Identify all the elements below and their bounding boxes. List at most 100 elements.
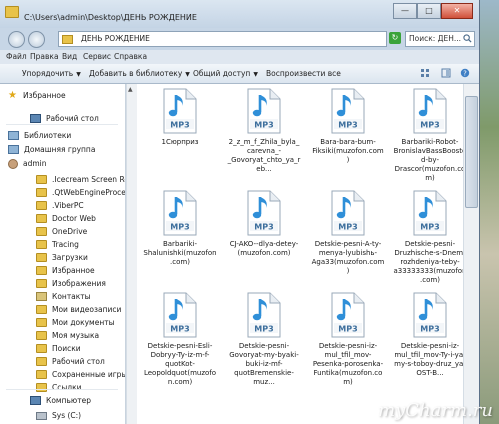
file-name: Detskie-pesni-Esli-Dobryy-Ty-iz-m-f-quot… bbox=[143, 342, 217, 386]
file-item[interactable]: MP3 2_z_m_f_Zhila_byla_carevna_-_Govoryat… bbox=[227, 88, 301, 188]
title-bar[interactable]: C:\Users\admin\Desktop\ДЕНЬ РОЖДЕНИЕ — □… bbox=[0, 0, 479, 28]
nav-item[interactable]: Изображения bbox=[36, 277, 106, 290]
file-item[interactable]: MP3 Detskie-pesni-A-ty-menya-lyubishь-Aga… bbox=[311, 190, 385, 290]
menu-help[interactable]: Справка bbox=[114, 52, 147, 61]
file-item[interactable]: MP3 Bara-bara-bum-Fiksiki(muzofon.com) bbox=[311, 88, 385, 188]
nav-item[interactable]: admin bbox=[8, 157, 47, 170]
minimize-button[interactable]: — bbox=[393, 3, 417, 19]
menu-tools[interactable]: Сервис bbox=[83, 52, 111, 61]
file-item[interactable]: MP3 1Сюрприз bbox=[143, 88, 217, 188]
nav-item[interactable]: OneDrive bbox=[36, 225, 87, 238]
nav-item[interactable]: Мои документы bbox=[36, 316, 115, 329]
nav-item[interactable]: Рабочий стол bbox=[36, 355, 105, 368]
folder-icon bbox=[36, 188, 47, 197]
nav-item[interactable]: Избранное bbox=[36, 264, 95, 277]
file-name: Detskie-pesni-A-ty-menya-lyubishь-Aga33(… bbox=[311, 240, 385, 275]
folder-icon bbox=[36, 331, 47, 340]
nav-item-label: Избранное bbox=[23, 91, 66, 100]
nav-item[interactable]: Моя музыка bbox=[36, 329, 99, 342]
nav-item[interactable]: Загрузки bbox=[36, 251, 88, 264]
nav-item[interactable]: Sys (C:) bbox=[36, 409, 81, 422]
nav-item[interactable]: Мои видеозаписи bbox=[36, 303, 121, 316]
share-button[interactable]: Общий доступ ▼ bbox=[193, 69, 258, 78]
search-input[interactable]: Поиск: ДЕН... bbox=[405, 31, 475, 47]
mp3-file-icon: MP3 bbox=[331, 190, 365, 236]
mp3-file-icon: MP3 bbox=[163, 190, 197, 236]
nav-item-label: Ссылки bbox=[52, 383, 82, 392]
nav-item-label: Библиотеки bbox=[24, 131, 72, 140]
desktop-icon bbox=[30, 114, 41, 123]
nav-scrollbar[interactable] bbox=[126, 84, 137, 424]
file-item[interactable]: MP3 Detskie-pesni-Druzhische-s-Dnem-rozhd… bbox=[393, 190, 463, 290]
help-icon[interactable]: ? bbox=[460, 68, 470, 78]
refresh-button[interactable]: ↻ bbox=[389, 32, 401, 44]
nav-item-label: Загрузки bbox=[52, 253, 88, 262]
nav-item[interactable]: Tracing bbox=[36, 238, 79, 251]
menu-edit[interactable]: Правка bbox=[30, 52, 59, 61]
nav-item[interactable]: Контакты bbox=[36, 290, 91, 303]
nav-item[interactable]: Сохраненные игры bbox=[36, 368, 126, 381]
mp3-badge: MP3 bbox=[254, 121, 273, 130]
add-to-library-button[interactable]: Добавить в библиотеку ▼ bbox=[89, 69, 190, 78]
nav-item[interactable]: Домашняя группа bbox=[8, 143, 95, 156]
nav-item-label: Сохраненные игры bbox=[52, 370, 126, 379]
nav-item-label: admin bbox=[23, 159, 47, 168]
forward-button[interactable] bbox=[28, 31, 45, 48]
nav-item-label: Мои видеозаписи bbox=[52, 305, 122, 314]
nav-item-label: Doctor Web bbox=[52, 214, 96, 223]
file-item[interactable]: MP3 Detskie-pesni-Esli-Dobryy-Ty-iz-m-f-q… bbox=[143, 292, 217, 392]
file-item[interactable]: MP3 Barbariki-Robot-BronislavBassBoosted-… bbox=[393, 88, 463, 188]
file-item[interactable]: MP3 Detskie-pesni-iz-mul_tfil_mov-Pesenka… bbox=[311, 292, 385, 392]
nav-item-label: Рабочий стол bbox=[52, 357, 105, 366]
file-name: Detskie-pesni-iz-mul_tfil_mov-Ty-i-ya-my… bbox=[394, 342, 463, 377]
nav-item-label: Мои документы bbox=[52, 318, 115, 327]
nav-item[interactable]: Компьютер bbox=[30, 394, 91, 407]
chevron-down-icon: ▼ bbox=[185, 71, 190, 78]
file-item[interactable]: MP3 CJ-AKO--dlya-detey-(muzofon.com) bbox=[227, 190, 301, 290]
nav-item[interactable]: ★ Избранное bbox=[8, 89, 66, 102]
folder-icon bbox=[36, 383, 47, 392]
mp3-file-icon: MP3 bbox=[331, 88, 365, 134]
folder-icon bbox=[36, 266, 47, 275]
folder-icon bbox=[36, 305, 47, 314]
file-name: Detskie-pesni-Govoryat-my-byaki-buki-iz-… bbox=[229, 342, 299, 386]
close-button[interactable]: ✕ bbox=[441, 3, 473, 19]
nav-item[interactable]: Ссылки bbox=[36, 381, 81, 394]
mp3-badge: MP3 bbox=[170, 121, 189, 130]
nav-item[interactable]: .ViberPC bbox=[36, 199, 84, 212]
watermark: myCharm.ru bbox=[378, 400, 493, 421]
add-to-library-label: Добавить в библиотеку bbox=[89, 69, 183, 78]
divider bbox=[6, 389, 118, 390]
maximize-button[interactable]: □ bbox=[417, 3, 441, 19]
organize-button[interactable]: Упорядочить ▼ bbox=[22, 69, 81, 78]
file-name: 2_z_m_f_Zhila_byla_carevna_-_Govoryat_ch… bbox=[227, 138, 301, 173]
file-item[interactable]: MP3 Detskie-pesni-iz-mul_tfil_mov-Ty-i-ya… bbox=[393, 292, 463, 392]
nav-item[interactable]: Библиотеки bbox=[8, 129, 71, 142]
nav-item[interactable]: .Icecream Screen Recorder bbox=[36, 173, 125, 186]
folder-icon bbox=[36, 240, 47, 249]
folder-icon bbox=[36, 279, 47, 288]
desktop-background bbox=[477, 0, 499, 424]
folder-icon bbox=[36, 370, 47, 379]
search-icon bbox=[463, 34, 472, 43]
nav-item[interactable]: Поиски bbox=[36, 342, 81, 355]
play-all-button[interactable]: Воспроизвести все bbox=[266, 69, 341, 78]
mp3-file-icon: MP3 bbox=[247, 88, 281, 134]
nav-item-label: Контакты bbox=[52, 292, 91, 301]
folder-icon bbox=[36, 344, 47, 353]
menu-view[interactable]: Вид bbox=[62, 52, 77, 61]
menu-bar: Файл Правка Вид Сервис Справка bbox=[0, 50, 479, 64]
file-item[interactable]: MP3 Detskie-pesni-Govoryat-my-byaki-buki-… bbox=[227, 292, 301, 392]
back-button[interactable] bbox=[8, 31, 25, 48]
nav-item-label: Компьютер bbox=[46, 396, 91, 405]
scrollbar-thumb[interactable] bbox=[465, 96, 478, 208]
nav-item-label: Домашняя группа bbox=[24, 145, 96, 154]
nav-item[interactable]: Doctor Web bbox=[36, 212, 96, 225]
address-bar[interactable]: ДЕНЬ РОЖДЕНИЕ bbox=[58, 31, 387, 47]
menu-file[interactable]: Файл bbox=[6, 52, 27, 61]
nav-item[interactable]: .QtWebEngineProcess bbox=[36, 186, 125, 199]
file-item[interactable]: MP3 Barbariki-Shalunishki(muzofon.com) bbox=[143, 190, 217, 290]
view-options-icon[interactable] bbox=[420, 68, 430, 78]
scroll-up-icon[interactable]: ▲ bbox=[128, 86, 134, 93]
preview-pane-icon[interactable] bbox=[441, 68, 451, 78]
